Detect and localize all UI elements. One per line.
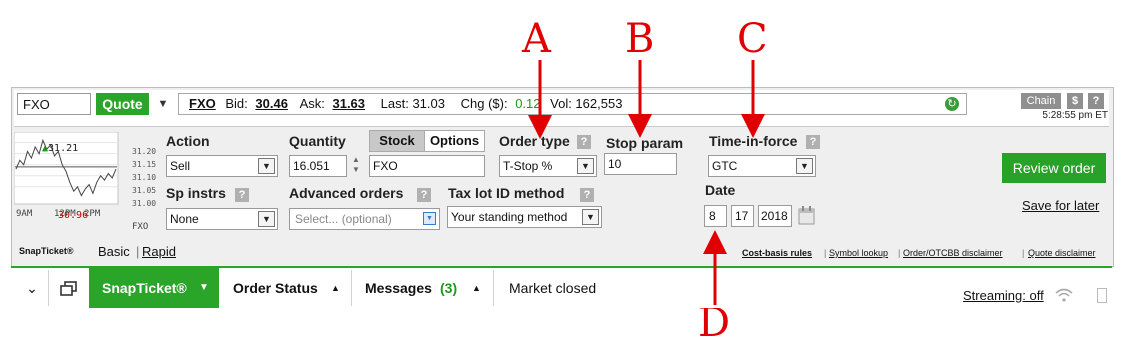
- annotation-arrows: [528, 60, 765, 305]
